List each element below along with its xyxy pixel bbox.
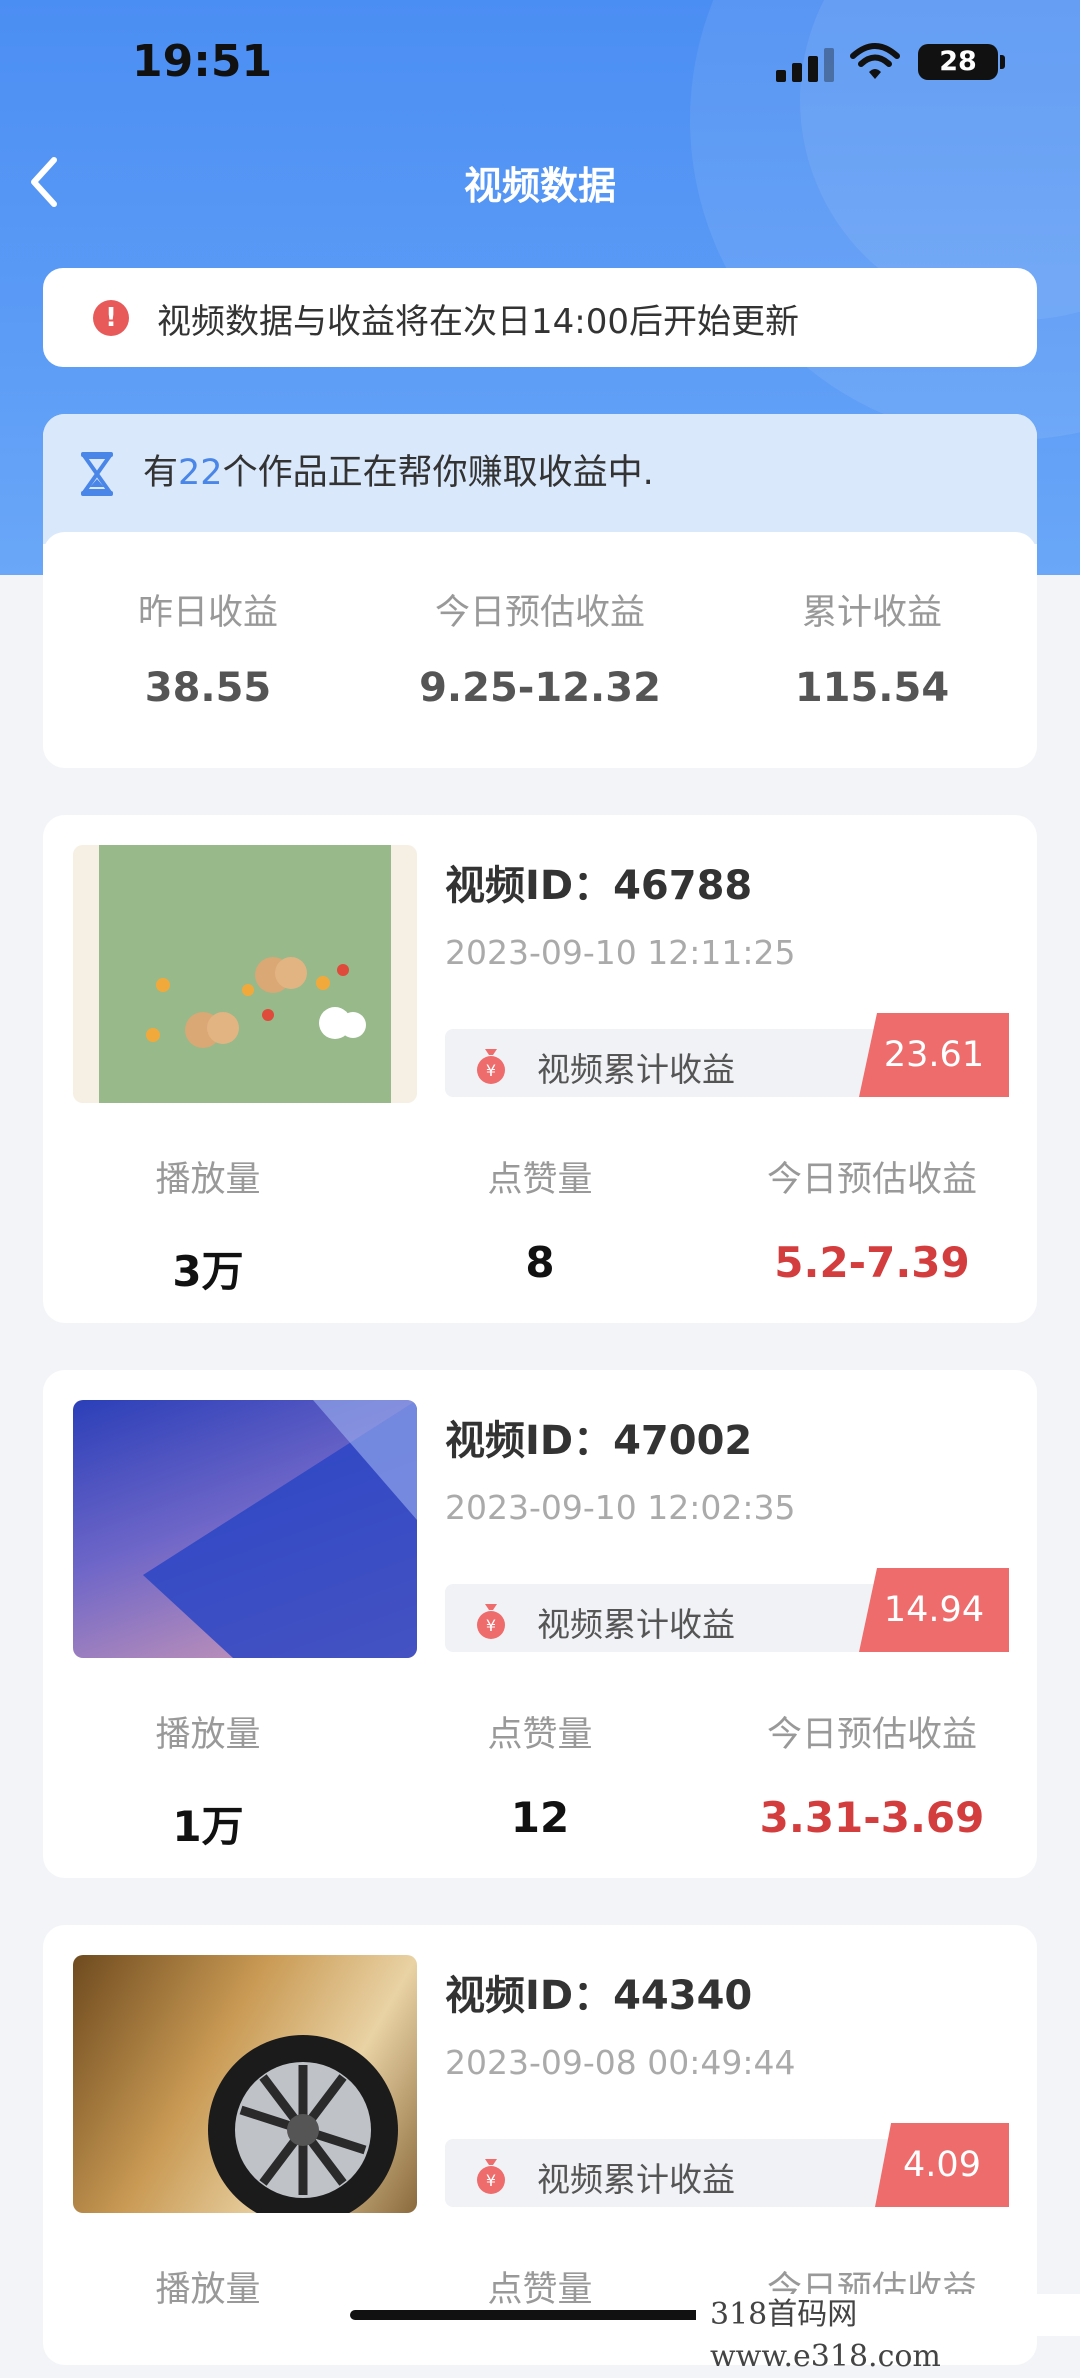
cartoon-bears-thumbnail-image: [73, 845, 417, 1103]
earnings-label: 视频累计收益: [537, 1605, 735, 1644]
plays-label: 播放量: [155, 1715, 261, 1755]
exclamation-icon: !: [93, 300, 129, 336]
likes-label: 点赞量: [487, 1715, 593, 1755]
hourglass-icon: [81, 452, 113, 496]
video-date: 2023-09-08 00:49:44: [445, 2043, 796, 2082]
stat-label: 今日预估收益: [434, 593, 645, 633]
earnings-value-badge: 23.61: [859, 1013, 1009, 1097]
likes-stat: 点赞量: [375, 2261, 705, 2312]
stat-value: 38.55: [144, 665, 272, 711]
stat-value: 9.25-12.32: [419, 665, 661, 711]
video-thumbnail[interactable]: [73, 1955, 417, 2213]
money-bag-icon: ¥: [477, 1604, 505, 1639]
stat-label: 累计收益: [801, 593, 942, 633]
estimate-label: 今日预估收益: [766, 1160, 977, 1200]
earnings-value-badge: 14.94: [859, 1568, 1009, 1652]
status-bar: 19:51 28: [0, 0, 1080, 130]
video-card[interactable]: 视频ID：46788 2023-09-10 12:11:25 ¥ 视频累计收益 …: [43, 815, 1037, 1323]
earnings-label: 视频累计收益: [537, 2160, 735, 2199]
plays-label: 播放量: [155, 1160, 261, 1200]
abstract-gradient-thumbnail-image: [143, 1400, 417, 1658]
video-card[interactable]: 视频ID：47002 2023-09-10 12:02:35 ¥ 视频累计收益 …: [43, 1370, 1037, 1878]
svg-text:¥: ¥: [486, 2171, 496, 2190]
home-indicator: [350, 2310, 730, 2320]
earnings-value-badge: 4.09: [875, 2123, 1009, 2207]
cellular-signal-icon: [776, 48, 834, 82]
today-estimate-stat: 今日预估收益 5.2-7.39: [707, 1151, 1037, 1287]
status-time: 19:51: [132, 36, 273, 87]
estimate-value: 5.2-7.39: [774, 1238, 970, 1287]
car-wheel-thumbnail-image: [208, 2035, 398, 2213]
likes-value: 12: [510, 1793, 570, 1842]
video-date: 2023-09-10 12:11:25: [445, 933, 796, 972]
battery-tip: [1000, 55, 1005, 69]
likes-label: 点赞量: [487, 2270, 593, 2310]
stat-today-estimate: 今日预估收益 9.25-12.32: [375, 584, 705, 711]
plays-label: 播放量: [155, 2270, 261, 2310]
video-id: 视频ID：46788: [445, 863, 753, 909]
watermark: 318首码网 www.e318.com: [696, 2294, 1080, 2374]
likes-label: 点赞量: [487, 1160, 593, 1200]
likes-stat: 点赞量 12: [375, 1706, 705, 1842]
page-title: 视频数据: [463, 164, 616, 208]
video-id: 视频ID：47002: [445, 1418, 753, 1464]
money-bag-icon: ¥: [477, 2159, 505, 2194]
stat-total: 累计收益 115.54: [707, 584, 1037, 711]
earnings-stats: 昨日收益 38.55 今日预估收益 9.25-12.32 累计收益 115.54: [43, 532, 1037, 768]
estimate-label: 今日预估收益: [766, 1715, 977, 1755]
wifi-icon: [850, 43, 900, 79]
earnings-label: 视频累计收益: [537, 1050, 735, 1089]
plays-stat: 播放量: [43, 2261, 373, 2312]
plays-value: 1万: [172, 1802, 244, 1851]
plays-value: 3万: [172, 1247, 244, 1296]
plays-stat: 播放量 1万: [43, 1706, 373, 1854]
video-id: 视频ID：44340: [445, 1973, 753, 2019]
works-count: 22: [178, 453, 223, 493]
works-earning-text: 有22个作品正在帮你赚取收益中.: [143, 444, 654, 495]
stat-yesterday: 昨日收益 38.55: [43, 584, 373, 711]
money-bag-icon: ¥: [477, 1049, 505, 1084]
stat-value: 115.54: [794, 665, 950, 711]
svg-text:¥: ¥: [486, 1061, 496, 1080]
video-thumbnail[interactable]: [73, 1400, 417, 1658]
works-prefix: 有: [143, 453, 179, 493]
stat-label: 昨日收益: [137, 593, 278, 633]
battery-indicator: 28: [918, 44, 998, 80]
likes-stat: 点赞量 8: [375, 1151, 705, 1287]
video-date: 2023-09-10 12:02:35: [445, 1488, 796, 1527]
update-notice-banner: ! 视频数据与收益将在次日14:00后开始更新: [43, 268, 1037, 367]
notice-text: 视频数据与收益将在次日14:00后开始更新: [157, 302, 799, 342]
works-suffix: 个作品正在帮你赚取收益中.: [222, 453, 654, 493]
plays-stat: 播放量 3万: [43, 1151, 373, 1299]
svg-text:¥: ¥: [486, 1616, 496, 1635]
estimate-value: 3.31-3.69: [759, 1793, 985, 1842]
likes-value: 8: [525, 1238, 555, 1287]
today-estimate-stat: 今日预估收益 3.31-3.69: [707, 1706, 1037, 1842]
earnings-summary-card: 有22个作品正在帮你赚取收益中. 昨日收益 38.55 今日预估收益 9.25-…: [43, 414, 1037, 768]
video-thumbnail[interactable]: [73, 845, 417, 1103]
works-status-bar: 有22个作品正在帮你赚取收益中.: [43, 414, 1037, 544]
